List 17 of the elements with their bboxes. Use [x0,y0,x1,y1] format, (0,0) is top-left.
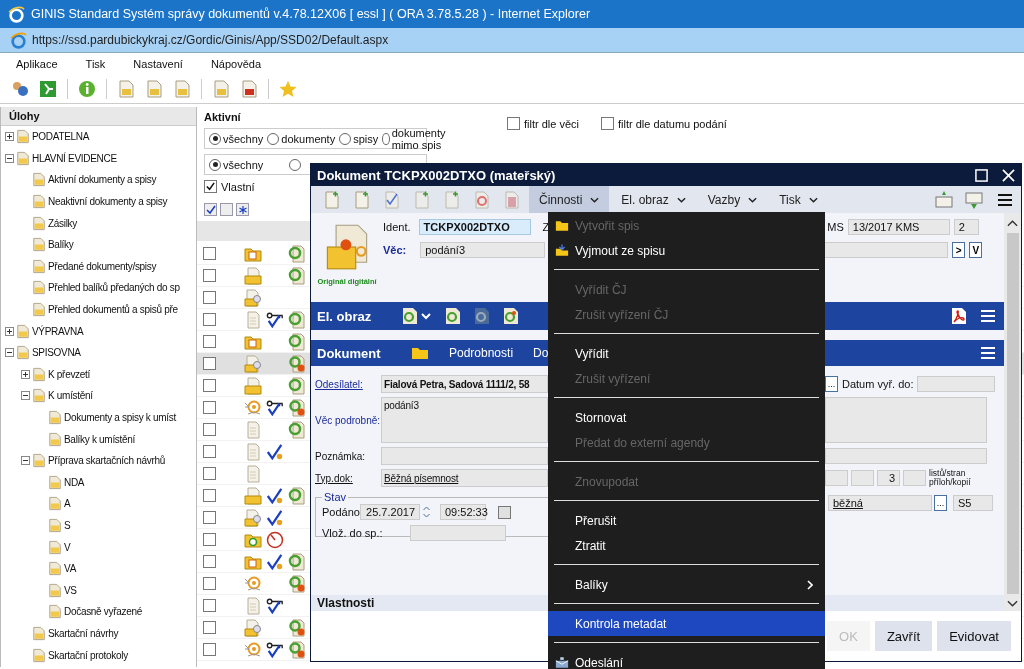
section-title: Dokument [316,345,382,361]
field-label: Datum vyř. do: [842,378,914,390]
field-label: Podáno: [322,506,360,518]
field-label: Věc podrobně: [315,413,381,428]
group-title: Stav [323,491,347,503]
field-label: Vlož. do sp.: [322,527,384,539]
window-title: GINIS Standard Systém správy dokumentů v.4.78.12X06 [ essl ] ( ORA 3.78.5.28 ) - Internet Explorer [31,7,591,21]
dialog-title: Dokument TCKPX002DTXO (mateřský) [317,167,556,183]
field-label: příloh/kopií [929,478,971,487]
field-label: Ident. [383,221,411,233]
field-label: Věc: [383,244,407,256]
field-label: MS [827,221,844,233]
field-label: listů/stran [929,469,967,478]
filter-title: Aktivní [204,111,242,123]
section-title: El. obraz [316,308,373,324]
field-label: Poznámka: [315,450,367,462]
panel-header: Úlohy [1,107,196,126]
